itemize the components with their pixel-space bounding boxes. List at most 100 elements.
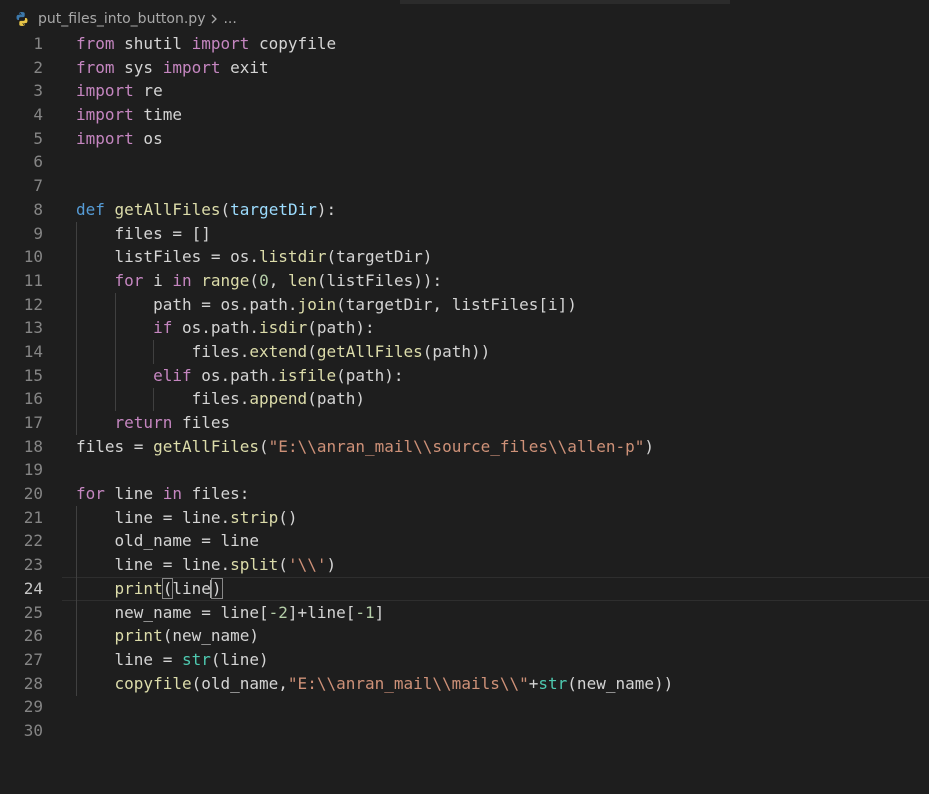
- code-token: split: [230, 555, 279, 575]
- code-text[interactable]: line = line.split('\\'): [76, 553, 337, 577]
- code-token: for: [76, 484, 105, 504]
- code-text[interactable]: def getAllFiles(targetDir):: [76, 198, 336, 222]
- horizontal-scrollbar-thumb[interactable]: [400, 0, 730, 4]
- code-line[interactable]: 25 new_name = line[-2]+line[-1]: [0, 601, 929, 625]
- line-number: 14: [23, 341, 43, 361]
- code-line[interactable]: 9 files = []: [0, 222, 929, 246]
- code-token: (: [278, 555, 288, 575]
- code-token: (path):: [336, 365, 404, 385]
- code-line[interactable]: 26 print(new_name): [0, 624, 929, 648]
- code-token: str: [181, 649, 211, 669]
- code-token: from: [76, 34, 115, 53]
- line-number: 3: [33, 81, 43, 101]
- code-token: (: [161, 577, 174, 599]
- code-line[interactable]: 20 for line in files:: [0, 482, 929, 506]
- code-text[interactable]: return files: [76, 411, 231, 435]
- code-token: str: [538, 673, 568, 693]
- code-token: re: [133, 81, 163, 101]
- code-line[interactable]: 12 path = os.path.join(targetDir, listFi…: [0, 293, 929, 317]
- code-token: import: [162, 57, 221, 77]
- code-line[interactable]: 16 files.append(path): [0, 387, 929, 411]
- code-token: "E:\\anran_mail\\mails\\": [287, 673, 529, 693]
- breadcrumb[interactable]: put_files_into_button.py ...: [14, 8, 237, 30]
- code-token: i: [143, 270, 173, 290]
- code-line[interactable]: 15 elif os.path.isfile(path):: [0, 364, 929, 388]
- code-line[interactable]: 29: [0, 695, 929, 719]
- code-token: if: [153, 318, 173, 338]
- code-line[interactable]: 24 print(line): [0, 576, 929, 601]
- code-token: (: [220, 199, 231, 219]
- code-text[interactable]: new_name = line[-2]+line[-1]: [76, 601, 385, 625]
- code-line[interactable]: 1 from shutil import copyfile: [0, 32, 929, 56]
- code-text[interactable]: if os.path.isdir(path):: [76, 316, 375, 340]
- line-number: 26: [23, 626, 43, 646]
- code-text[interactable]: old_name = line: [76, 529, 260, 553]
- code-text[interactable]: files = []: [76, 222, 211, 246]
- code-text[interactable]: from sys import exit: [76, 56, 269, 80]
- code-line[interactable]: 4 import time: [0, 103, 929, 127]
- code-line[interactable]: 13 if os.path.isdir(path):: [0, 316, 929, 340]
- code-token: files.: [76, 341, 250, 361]
- code-token: in: [162, 484, 182, 504]
- code-line[interactable]: 8 def getAllFiles(targetDir):: [0, 198, 929, 222]
- code-text[interactable]: import os: [76, 127, 163, 151]
- line-number: 25: [23, 602, 43, 622]
- code-line[interactable]: 17 return files: [0, 411, 929, 435]
- code-token: def: [76, 199, 105, 219]
- code-line[interactable]: 5 import os: [0, 127, 929, 151]
- code-line[interactable]: 27 line = str(line): [0, 648, 929, 672]
- code-text[interactable]: for line in files:: [76, 482, 249, 506]
- code-line[interactable]: 10 listFiles = os.listdir(targetDir): [0, 245, 929, 269]
- code-line[interactable]: 6: [0, 150, 929, 174]
- code-text[interactable]: for i in range(0, len(listFiles)):: [76, 269, 443, 293]
- code-token: "E:\\anran_mail\\source_files\\allen-p": [268, 436, 645, 456]
- code-text[interactable]: line = line.strip(): [76, 506, 298, 530]
- code-token: line: [172, 578, 211, 598]
- breadcrumb-file-name[interactable]: put_files_into_button.py: [38, 11, 205, 27]
- code-text[interactable]: import time: [76, 103, 182, 127]
- code-token: 0: [259, 270, 269, 290]
- code-token: (new_name)): [567, 673, 674, 693]
- code-line[interactable]: 18 files = getAllFiles("E:\\anran_mail\\s…: [0, 435, 929, 459]
- code-line[interactable]: 11 for i in range(0, len(listFiles)):: [0, 269, 929, 293]
- code-text[interactable]: files.append(path): [76, 387, 365, 411]
- code-token: print: [114, 578, 163, 598]
- code-token: range: [201, 270, 250, 290]
- code-token: (line): [210, 649, 269, 669]
- code-text[interactable]: listFiles = os.listdir(targetDir): [76, 245, 433, 269]
- code-line[interactable]: 28 copyfile(old_name,"E:\\anran_mail\\ma…: [0, 672, 929, 696]
- code-token: print: [114, 626, 163, 646]
- code-editor[interactable]: 1 from shutil import copyfile 2 from sys im…: [0, 32, 929, 743]
- indent-guide: [76, 506, 77, 696]
- line-number: 12: [23, 294, 43, 314]
- code-text[interactable]: files = getAllFiles("E:\\anran_mail\\sou…: [76, 435, 654, 459]
- code-token: import: [76, 81, 134, 101]
- code-token: new_name = line[: [76, 602, 269, 622]
- code-token: ,: [268, 270, 288, 290]
- code-line[interactable]: 3 import re: [0, 79, 929, 103]
- code-line[interactable]: 19: [0, 458, 929, 482]
- code-token: -1: [355, 602, 375, 622]
- code-line[interactable]: 23 line = line.split('\\'): [0, 553, 929, 577]
- code-line[interactable]: 14 files.extend(getAllFiles(path)): [0, 340, 929, 364]
- code-line[interactable]: 2 from sys import exit: [0, 56, 929, 80]
- code-text[interactable]: path = os.path.join(targetDir, listFiles…: [76, 293, 577, 317]
- code-text[interactable]: elif os.path.isfile(path):: [76, 364, 404, 388]
- code-text[interactable]: line = str(line): [76, 648, 269, 672]
- code-token: return: [114, 413, 173, 432]
- code-line[interactable]: 22 old_name = line: [0, 529, 929, 553]
- code-text[interactable]: copyfile(old_name,"E:\\anran_mail\\mails…: [76, 672, 674, 696]
- code-text[interactable]: import re: [76, 79, 163, 103]
- breadcrumb-symbol-ellipsis[interactable]: ...: [223, 11, 236, 27]
- code-text[interactable]: print(new_name): [76, 624, 260, 648]
- code-token: files:: [181, 484, 250, 504]
- code-text[interactable]: print(line): [76, 577, 223, 601]
- code-text[interactable]: from shutil import copyfile: [76, 32, 336, 56]
- code-text[interactable]: files.extend(getAllFiles(path)): [76, 340, 491, 364]
- code-line[interactable]: 7: [0, 174, 929, 198]
- line-number: 23: [23, 555, 43, 575]
- line-number: 28: [23, 673, 43, 693]
- code-line[interactable]: 21 line = line.strip(): [0, 506, 929, 530]
- code-line[interactable]: 30: [0, 719, 929, 743]
